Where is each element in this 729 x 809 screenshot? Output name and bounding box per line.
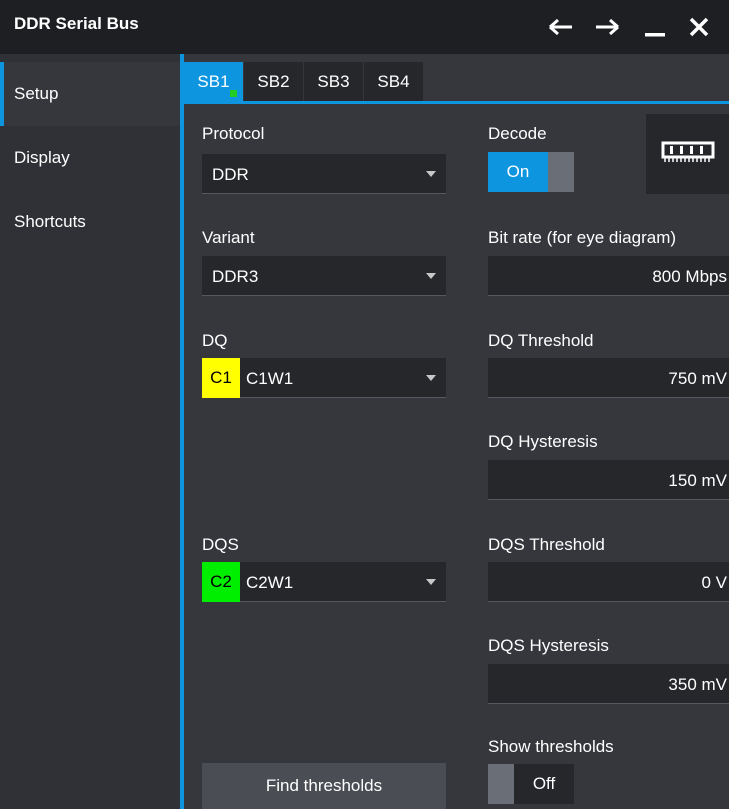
protocol-select[interactable]: DDR — [202, 154, 446, 194]
toggle-knob — [488, 764, 514, 804]
decode-label: Decode — [488, 124, 547, 143]
active-indicator-dot — [230, 90, 237, 97]
dq-source-select[interactable]: C1 C1W1 — [202, 358, 446, 398]
decode-state: On — [488, 152, 548, 192]
bitrate-label: Bit rate (for eye diagram) — [488, 228, 677, 247]
channel-badge-c2: C2 — [202, 562, 240, 602]
dqs-hysteresis-label: DQS Hysteresis — [488, 636, 609, 655]
memory-chip-button[interactable] — [646, 114, 729, 194]
chevron-down-icon — [426, 171, 436, 177]
chevron-down-icon — [426, 579, 436, 585]
sidebar-item-display[interactable]: Display — [0, 126, 180, 190]
dq-threshold-value: 750 mV — [668, 369, 727, 388]
tab-sb2[interactable]: SB2 — [244, 62, 304, 102]
sidebar-item-setup[interactable]: Setup — [0, 62, 180, 126]
toggle-knob — [548, 152, 574, 192]
show-thresholds-toggle[interactable]: Off — [488, 764, 574, 804]
show-thresholds-label: Show thresholds — [488, 737, 614, 756]
tab-sb1[interactable]: SB1 — [184, 62, 244, 102]
sidebar-item-label: Shortcuts — [14, 212, 86, 231]
dq-source-value: C1W1 — [246, 369, 294, 388]
memory-chip-icon — [661, 139, 715, 170]
dq-hysteresis-label: DQ Hysteresis — [488, 432, 598, 451]
tab-underline — [184, 101, 729, 104]
sidebar-item-shortcuts[interactable]: Shortcuts — [0, 190, 180, 254]
dq-threshold-label: DQ Threshold — [488, 331, 594, 350]
variant-label: Variant — [202, 228, 255, 247]
tab-label: SB3 — [317, 72, 350, 91]
tab-sb4[interactable]: SB4 — [364, 62, 424, 102]
window-title: DDR Serial Bus — [14, 14, 139, 33]
chevron-down-icon — [426, 273, 436, 279]
variant-value: DDR3 — [212, 267, 259, 286]
channel-badge-c1: C1 — [202, 358, 240, 398]
back-arrow-icon[interactable] — [546, 12, 576, 42]
dqs-threshold-label: DQS Threshold — [488, 535, 605, 554]
dqs-hysteresis-value: 350 mV — [668, 675, 727, 694]
bitrate-value: 800 Mbps — [652, 267, 727, 286]
decode-toggle[interactable]: On — [488, 152, 574, 192]
show-thresholds-state: Off — [514, 764, 574, 804]
sidebar-item-label: Display — [14, 148, 70, 167]
minimize-icon[interactable] — [640, 12, 670, 42]
dqs-source-select[interactable]: C2 C2W1 — [202, 562, 446, 602]
close-icon[interactable] — [684, 12, 714, 42]
sidebar-item-label: Setup — [14, 84, 59, 103]
dqs-threshold-input[interactable]: 0 V — [488, 562, 729, 602]
find-thresholds-button[interactable]: Find thresholds — [202, 763, 446, 809]
dq-threshold-input[interactable]: 750 mV — [488, 358, 729, 398]
title-bar: DDR Serial Bus — [0, 0, 729, 54]
bitrate-input[interactable]: 800 Mbps — [488, 256, 729, 296]
dqs-hysteresis-input[interactable]: 350 mV — [488, 664, 729, 704]
dq-hysteresis-input[interactable]: 150 mV — [488, 460, 729, 500]
dqs-label: DQS — [202, 535, 239, 554]
tab-label: SB2 — [257, 72, 290, 91]
tab-sb3[interactable]: SB3 — [304, 62, 364, 102]
chevron-down-icon — [426, 375, 436, 381]
protocol-value: DDR — [212, 165, 249, 184]
tab-label: SB1 — [197, 72, 230, 91]
forward-arrow-icon[interactable] — [592, 12, 622, 42]
protocol-label: Protocol — [202, 124, 265, 143]
serial-bus-tabs: SB1 SB2 SB3 SB4 — [184, 62, 424, 102]
dq-label: DQ — [202, 331, 228, 350]
tab-label: SB4 — [377, 72, 410, 91]
sidebar: Setup Display Shortcuts — [0, 54, 180, 809]
variant-select[interactable]: DDR3 — [202, 256, 446, 296]
dqs-threshold-value: 0 V — [701, 573, 727, 592]
dqs-source-value: C2W1 — [246, 573, 294, 592]
dq-hysteresis-value: 150 mV — [668, 471, 727, 490]
